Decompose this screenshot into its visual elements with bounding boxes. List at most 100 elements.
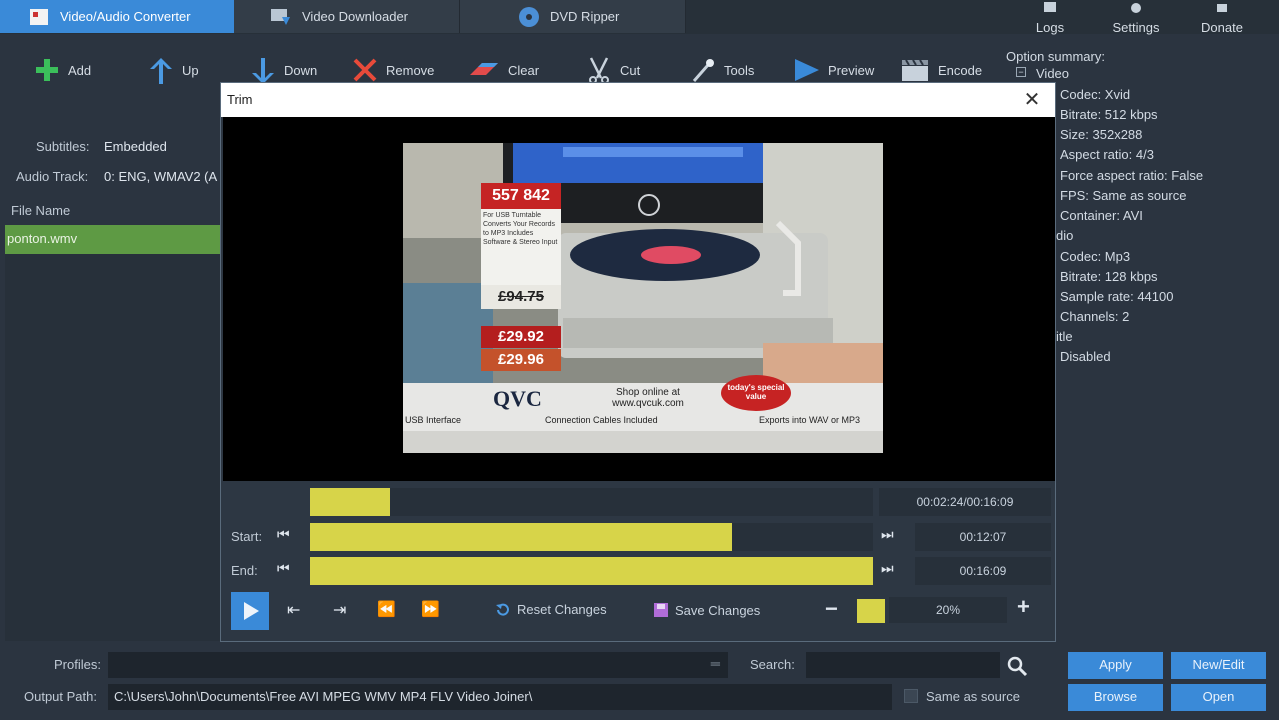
- summary-line: Channels: 2: [1060, 309, 1130, 324]
- donate-icon: [1194, 2, 1250, 18]
- open-button[interactable]: Open: [1171, 684, 1266, 711]
- position-time: 00:02:24/00:16:09: [879, 488, 1051, 516]
- arrow-up-icon: [150, 58, 172, 84]
- logs-label: Logs: [1035, 20, 1065, 35]
- start-time[interactable]: 00:12:07: [915, 523, 1051, 551]
- summary-line: Force aspect ratio: False: [1060, 168, 1204, 183]
- audio-track-dropdown[interactable]: 0: ENG, WMAV2 (A: [104, 169, 220, 184]
- down-label: Down: [284, 62, 318, 78]
- cut-label: Cut: [620, 62, 641, 78]
- search-icon[interactable]: [1006, 655, 1028, 677]
- summary-line: Video: [1036, 66, 1070, 81]
- zoom-level: 20%: [889, 597, 1007, 623]
- price-orange: £29.96: [481, 349, 561, 371]
- file-row[interactable]: ponton.wmv: [5, 225, 220, 254]
- fast-forward-icon[interactable]: ⏩: [421, 600, 440, 618]
- settings-label: Settings: [1112, 20, 1160, 35]
- tab-dvd-ripper[interactable]: DVD Ripper: [460, 0, 686, 33]
- ticker-text: Connection Cables Included: [545, 415, 658, 425]
- summary-line: Disabled: [1060, 349, 1111, 364]
- file-name-column-header: File Name: [11, 203, 71, 218]
- settings-button[interactable]: Settings: [1104, 2, 1168, 42]
- profiles-dropdown[interactable]: ═: [108, 652, 728, 678]
- wand-icon: [692, 59, 714, 82]
- summary-line: FPS: Same as source: [1060, 188, 1187, 203]
- eraser-icon: [470, 63, 498, 75]
- ticker-text: USB Interface: [405, 415, 462, 425]
- summary-line: Size: 352x288: [1060, 127, 1143, 142]
- gear-icon: [1104, 2, 1168, 18]
- same-as-source-checkbox[interactable]: [904, 689, 918, 703]
- skip-to-start-icon[interactable]: ⏮: [277, 526, 290, 543]
- play-icon: [244, 602, 259, 620]
- option-summary-title: Option summary:: [1006, 49, 1105, 64]
- position-slider[interactable]: [310, 488, 873, 516]
- collapse-icon[interactable]: −: [1016, 67, 1026, 77]
- play-triangle-icon: [795, 59, 819, 81]
- skip-to-end-icon[interactable]: ⏭: [881, 526, 894, 543]
- tools-label: Tools: [724, 62, 755, 78]
- save-icon: [654, 603, 668, 617]
- plus-icon: [36, 59, 58, 81]
- start-slider-fill: [310, 523, 732, 551]
- remove-x-icon: [353, 58, 377, 82]
- play-button[interactable]: [231, 592, 269, 630]
- skip-to-end-icon[interactable]: ⏭: [881, 560, 894, 577]
- search-input[interactable]: [806, 652, 1000, 678]
- browse-button[interactable]: Browse: [1068, 684, 1163, 711]
- apply-button[interactable]: Apply: [1068, 652, 1163, 679]
- position-slider-fill: [310, 488, 390, 516]
- step-forward-icon[interactable]: ⇥: [333, 600, 346, 620]
- summary-line: Container: AVI: [1060, 208, 1143, 223]
- reset-changes-button[interactable]: Reset Changes: [495, 602, 607, 617]
- remove-label: Remove: [386, 62, 435, 78]
- promo-text: For USB Turntable Converts Your Records …: [481, 209, 561, 285]
- file-list[interactable]: [5, 226, 220, 641]
- file-row-name: ponton.wmv: [7, 231, 78, 246]
- item-number-badge: 557 842: [481, 183, 561, 209]
- add-button[interactable]: Add: [34, 52, 91, 88]
- zoom-in-button[interactable]: +: [1017, 594, 1030, 620]
- tab-label: DVD Ripper: [550, 9, 620, 24]
- scissors-icon: [589, 57, 609, 84]
- search-label: Search:: [750, 657, 795, 672]
- up-button[interactable]: Up: [148, 52, 199, 88]
- rewind-icon[interactable]: ⏪: [377, 600, 396, 618]
- up-label: Up: [182, 62, 199, 78]
- logs-button[interactable]: Logs: [1030, 2, 1070, 42]
- shop-online-text: Shop online at www.qvcuk.com: [612, 387, 684, 409]
- file-list-header[interactable]: File Name: [5, 198, 220, 224]
- close-icon[interactable]: ✕: [1021, 89, 1043, 111]
- summary-line: Aspect ratio: 4/3: [1060, 147, 1154, 162]
- same-as-source-label: Same as source: [926, 689, 1020, 704]
- converter-icon: [28, 6, 50, 28]
- video-frame: 557 842 For USB Turntable Converts Your …: [403, 143, 883, 453]
- end-slider[interactable]: [310, 557, 873, 585]
- start-slider[interactable]: [310, 523, 873, 551]
- dialog-title-bar[interactable]: Trim ✕: [221, 83, 1055, 117]
- summary-line: itle: [1056, 329, 1073, 344]
- tab-strip: Video/Audio Converter Video Downloader D…: [0, 0, 1279, 35]
- output-path-input[interactable]: C:\Users\John\Documents\Free AVI MPEG WM…: [108, 684, 892, 710]
- tab-video-audio-converter[interactable]: Video/Audio Converter: [0, 0, 234, 33]
- video-preview[interactable]: 557 842 For USB Turntable Converts Your …: [223, 117, 1055, 481]
- save-changes-button[interactable]: Save Changes: [653, 602, 760, 618]
- summary-line: Bitrate: 128 kbps: [1060, 269, 1158, 284]
- skip-to-start-icon[interactable]: ⏮: [277, 560, 290, 577]
- clapperboard-icon: [902, 59, 928, 81]
- was-price: £94.75: [481, 285, 561, 309]
- qvc-logo: QVC: [493, 386, 542, 411]
- end-slider-fill: [310, 557, 873, 585]
- zoom-out-button[interactable]: −: [825, 596, 838, 622]
- subtitles-dropdown[interactable]: Embedded: [104, 139, 167, 154]
- tab-video-downloader[interactable]: Video Downloader: [234, 0, 460, 33]
- logs-icon: [1030, 2, 1070, 18]
- end-time[interactable]: 00:16:09: [915, 557, 1051, 585]
- audio-track-label: Audio Track:: [16, 169, 89, 184]
- tab-label: Video Downloader: [302, 9, 408, 24]
- donate-button[interactable]: Donate: [1194, 2, 1250, 42]
- new-edit-button[interactable]: New/Edit: [1171, 652, 1266, 679]
- dialog-title: Trim: [227, 92, 253, 107]
- step-back-icon[interactable]: ⇤: [287, 600, 300, 620]
- zoom-slider-handle[interactable]: [857, 599, 885, 623]
